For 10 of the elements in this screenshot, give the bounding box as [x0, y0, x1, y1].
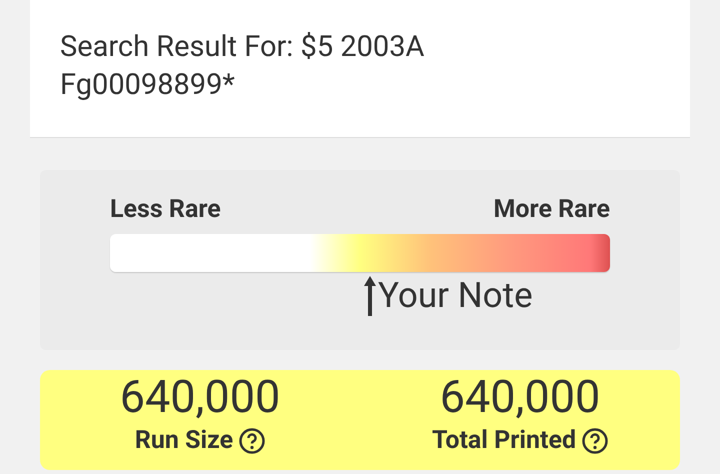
- stat-value: 640,000: [440, 370, 600, 424]
- help-icon[interactable]: [582, 428, 608, 454]
- more-rare-label: More Rare: [494, 194, 610, 226]
- search-result-title: Search Result For: $5 2003A Fg00098899*: [60, 29, 426, 104]
- stat-value: 640,000: [120, 370, 280, 424]
- less-rare-label: Less Rare: [110, 194, 221, 226]
- stat-label: Run Size: [134, 425, 234, 457]
- stat-label: Total Printed: [432, 425, 576, 457]
- help-icon[interactable]: [239, 428, 266, 454]
- your-note-label: Your Note: [378, 276, 533, 316]
